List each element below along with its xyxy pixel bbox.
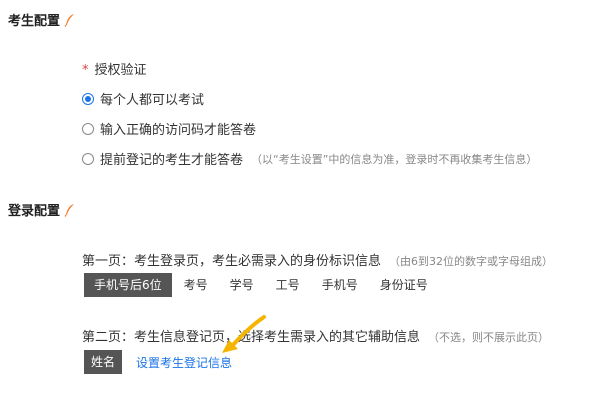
radio-option-preregistered[interactable]: 提前登记的考生才能答卷 （以“考生设置”中的信息为准，登录时不再收集考生信息） <box>82 149 537 168</box>
auth-label: 授权验证 <box>94 63 147 78</box>
login-config-title: 登录配置 <box>8 200 76 219</box>
page2-note: （不选，则不展示此页） <box>428 331 550 344</box>
page2-fields-row: 姓名 设置考生登记信息 <box>84 350 232 374</box>
radio-option-label: 输入正确的访问码才能答卷 <box>100 123 257 138</box>
radio-option-access-code[interactable]: 输入正确的访问码才能答卷 <box>82 119 256 138</box>
page1-note: （由6到32位的数字或字母组成） <box>389 255 554 268</box>
radio-option-label: 提前登记的考生才能答卷 <box>100 153 244 168</box>
auth-label-row: * 授权验证 <box>82 59 147 78</box>
option-student-id[interactable]: 学号 <box>220 273 264 297</box>
arrow-annotation-icon <box>222 315 266 353</box>
exam-config-title-text: 考生配置 <box>8 14 61 29</box>
radio-checked-icon[interactable] <box>82 92 94 105</box>
field-chip-name[interactable]: 姓名 <box>84 350 123 374</box>
option-phone-last6[interactable]: 手机号后6位 <box>84 273 172 297</box>
page1-text: 第一页：考生登录页，考生必需录入的身份标识信息 <box>82 254 382 269</box>
option-phone[interactable]: 手机号 <box>312 273 368 297</box>
page1-description: 第一页：考生登录页，考生必需录入的身份标识信息 （由6到32位的数字或字母组成） <box>82 250 553 269</box>
feather-edit-icon[interactable] <box>64 203 76 217</box>
option-employee-id[interactable]: 工号 <box>266 273 310 297</box>
radio-option-everyone[interactable]: 每个人都可以考试 <box>82 89 204 108</box>
required-mark: * <box>82 63 89 78</box>
option-exam-number[interactable]: 考号 <box>174 273 218 297</box>
page2-description: 第二页：考生信息登记页，选择考生需录入的其它辅助信息 （不选，则不展示此页） <box>82 326 549 345</box>
exam-config-title: 考生配置 <box>8 10 76 29</box>
preregistered-note: （以“考生设置”中的信息为准，登录时不再收集考生信息） <box>251 152 538 166</box>
feather-edit-icon[interactable] <box>64 13 76 27</box>
page1-identifier-options: 手机号后6位 考号 学号 工号 手机号 身份证号 <box>84 273 440 297</box>
radio-option-label: 每个人都可以考试 <box>100 93 205 108</box>
radio-unchecked-icon[interactable] <box>82 152 94 165</box>
login-config-title-text: 登录配置 <box>8 204 61 219</box>
option-id-card[interactable]: 身份证号 <box>370 273 438 297</box>
radio-unchecked-icon[interactable] <box>82 122 94 135</box>
